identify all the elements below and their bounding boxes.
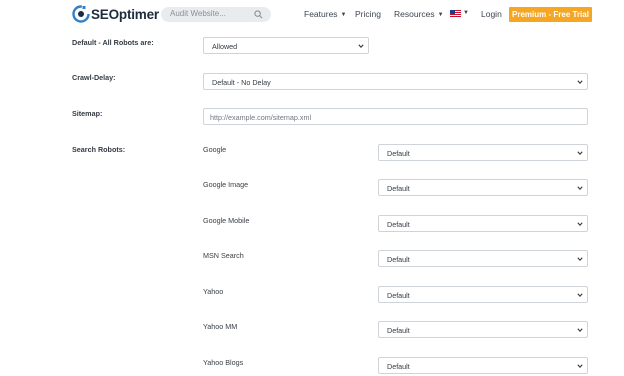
default-robots-label: Default - All Robots are: <box>72 38 154 47</box>
search-placeholder: Audit Website... <box>170 8 226 18</box>
chevron-down-icon <box>577 151 583 156</box>
robot-select-value: Default <box>387 254 410 264</box>
robot-label: Google Mobile <box>203 216 250 225</box>
crawl-delay-select[interactable]: Default - No Delay <box>203 73 588 90</box>
top-navbar: SEOptimer Audit Website... Features ▼ Pri… <box>0 0 624 30</box>
robot-label: Yahoo Blogs <box>203 358 244 367</box>
robot-label: Google <box>203 145 227 154</box>
logo-text: SEOptimer <box>91 6 159 22</box>
robot-label: Google Image <box>203 180 249 189</box>
chevron-down-icon: ▼ <box>340 12 347 18</box>
robot-label: Yahoo <box>203 287 224 296</box>
default-robots-select[interactable]: Allowed <box>203 37 369 54</box>
chevron-down-icon[interactable]: ▼ <box>463 10 469 16</box>
robot-select-value: Default <box>387 219 410 229</box>
chevron-down-icon <box>577 328 583 333</box>
chevron-down-icon <box>577 80 583 85</box>
seoptimer-logo-icon <box>72 5 90 23</box>
robot-select-value: Default <box>387 361 410 371</box>
nav-pricing[interactable]: Pricing <box>355 9 381 19</box>
chevron-down-icon: ▼ <box>437 12 444 18</box>
robot-select-google[interactable]: Default <box>378 144 588 161</box>
chevron-down-icon <box>577 257 583 262</box>
nav-resources[interactable]: Resources ▼ <box>394 9 444 19</box>
chevron-down-icon <box>577 364 583 369</box>
robot-select-google-mobile[interactable]: Default <box>378 215 588 232</box>
nav-features[interactable]: Features ▼ <box>304 9 347 19</box>
robot-select-value: Default <box>387 183 410 193</box>
logo[interactable]: SEOptimer <box>72 4 159 24</box>
crawl-delay-value: Default - No Delay <box>212 77 271 87</box>
nav-login-label: Login <box>481 9 502 19</box>
search-robots-label: Search Robots: <box>72 145 126 154</box>
chevron-down-icon <box>358 44 364 49</box>
premium-free-trial-button[interactable]: Premium - Free Trial <box>509 7 592 22</box>
chevron-down-icon <box>577 222 583 227</box>
crawl-delay-label: Crawl-Delay: <box>72 73 116 82</box>
nav-login[interactable]: Login <box>481 9 502 19</box>
robot-select-yahoo-mm[interactable]: Default <box>378 321 588 338</box>
sitemap-input[interactable]: http://example.com/sitemap.xml <box>203 108 588 125</box>
sitemap-label: Sitemap: <box>72 109 103 118</box>
robot-select-value: Default <box>387 290 410 300</box>
search-icon[interactable] <box>254 10 263 19</box>
robot-select-value: Default <box>387 325 410 335</box>
search-input[interactable]: Audit Website... <box>161 7 271 22</box>
us-flag-icon[interactable] <box>450 10 461 18</box>
robot-label: Yahoo MM <box>203 322 238 331</box>
chevron-down-icon <box>577 186 583 191</box>
robot-select-msn-search[interactable]: Default <box>378 250 588 267</box>
nav-resources-label: Resources <box>394 9 435 19</box>
chevron-down-icon <box>577 293 583 298</box>
default-robots-value: Allowed <box>212 41 238 51</box>
sitemap-placeholder: http://example.com/sitemap.xml <box>210 112 312 122</box>
robot-select-yahoo-blogs[interactable]: Default <box>378 357 588 374</box>
nav-features-label: Features <box>304 9 338 19</box>
nav-pricing-label: Pricing <box>355 9 381 19</box>
robot-select-google-image[interactable]: Default <box>378 179 588 196</box>
robot-select-value: Default <box>387 148 410 158</box>
robot-label: MSN Search <box>203 251 244 260</box>
robot-select-yahoo[interactable]: Default <box>378 286 588 303</box>
